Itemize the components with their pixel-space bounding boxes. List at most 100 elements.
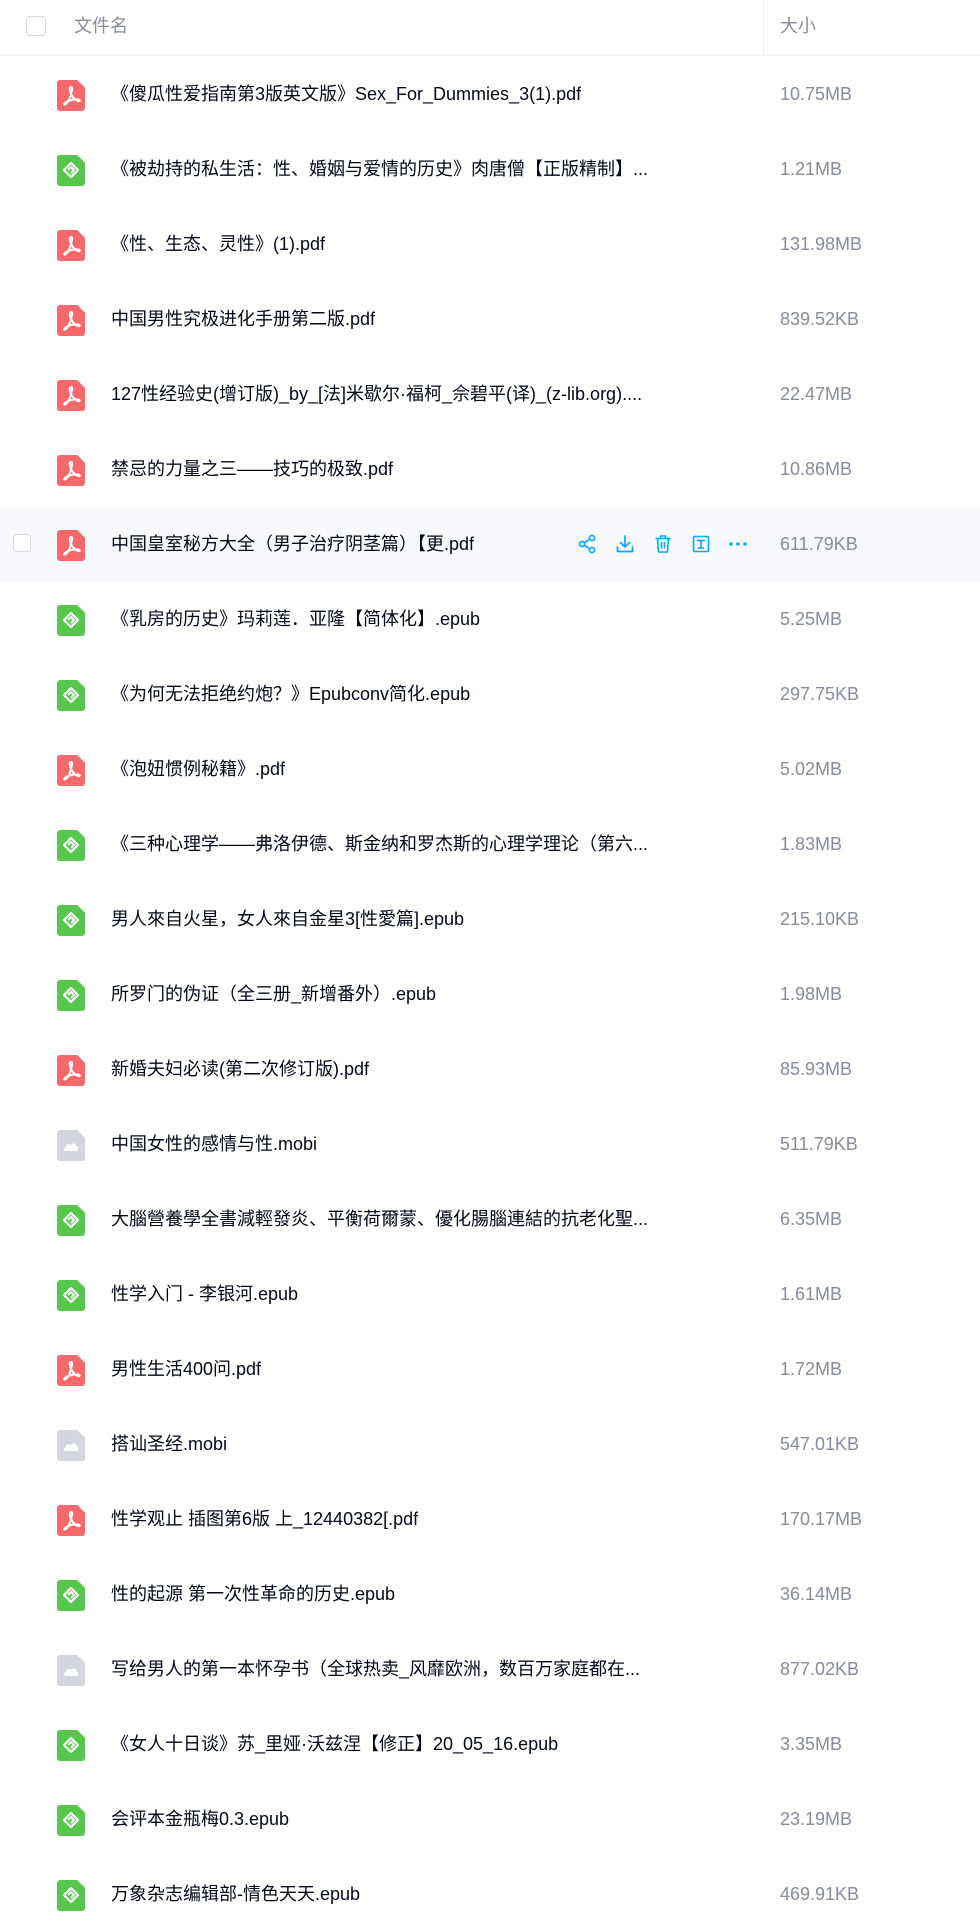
epub-file-icon <box>57 1730 85 1761</box>
file-size: 3.35MB <box>780 1734 843 1754</box>
share-icon[interactable] <box>576 533 598 555</box>
file-row[interactable]: 写给男人的第一本怀孕书（全球热卖_风靡欧洲，数百万家庭都在... 877.02KB <box>0 1632 980 1707</box>
file-name[interactable]: 127性经验史(增订版)_by_[法]米歇尔·福柯_佘碧平(译)_(z-lib.… <box>111 383 642 405</box>
download-icon[interactable] <box>614 533 636 555</box>
pdf-file-icon <box>57 1355 85 1386</box>
file-name[interactable]: 《被劫持的私生活：性、婚姻与爱情的历史》肉唐僧【正版精制】... <box>111 158 648 180</box>
pdf-file-icon <box>57 230 85 261</box>
file-name[interactable]: 《泡妞惯例秘籍》.pdf <box>111 758 285 780</box>
file-name[interactable]: 会评本金瓶梅0.3.epub <box>111 1808 289 1830</box>
more-icon[interactable] <box>727 533 749 555</box>
select-all-checkbox[interactable] <box>26 16 46 36</box>
epub-file-icon <box>57 830 85 861</box>
mobi-file-icon <box>57 1655 85 1686</box>
file-name[interactable]: 性的起源 第一次性革命的历史.epub <box>111 1583 395 1605</box>
file-row[interactable]: 性学入门 - 李银河.epub 1.61MB <box>0 1257 980 1332</box>
file-row[interactable]: 搭讪圣经.mobi 547.01KB <box>0 1407 980 1482</box>
file-row[interactable]: 中国女性的感情与性.mobi 511.79KB <box>0 1107 980 1182</box>
file-row[interactable]: 大腦營養學全書減輕發炎、平衡荷爾蒙、優化腸腦連結的抗老化聖... 6.35MB <box>0 1182 980 1257</box>
file-size: 1.61MB <box>780 1284 843 1304</box>
row-checkbox[interactable] <box>13 534 31 552</box>
file-row[interactable]: 中国男性究极进化手册第二版.pdf 839.52KB <box>0 282 980 357</box>
file-row[interactable]: 所罗门的伪证（全三册_新增番外）.epub 1.98MB <box>0 957 980 1032</box>
file-list-header: 文件名 大小 <box>0 0 980 56</box>
file-row[interactable]: 《泡妞惯例秘籍》.pdf 5.02MB <box>0 732 980 807</box>
column-header-name[interactable]: 文件名 <box>74 16 128 36</box>
file-size: 10.75MB <box>780 84 853 104</box>
pdf-file-icon <box>57 1055 85 1086</box>
file-size: 877.02KB <box>780 1659 860 1679</box>
file-size: 1.98MB <box>780 984 843 1004</box>
file-row[interactable]: 新婚夫妇必读(第二次修订版).pdf 85.93MB <box>0 1032 980 1107</box>
file-name[interactable]: 写给男人的第一本怀孕书（全球热卖_风靡欧洲，数百万家庭都在... <box>111 1658 640 1680</box>
mobi-file-icon <box>57 1430 85 1461</box>
file-size: 297.75KB <box>780 684 860 704</box>
file-size: 22.47MB <box>780 384 853 404</box>
file-row[interactable]: 《被劫持的私生活：性、婚姻与爱情的历史》肉唐僧【正版精制】... 1.21MB <box>0 132 980 207</box>
file-size: 23.19MB <box>780 1809 853 1829</box>
pdf-file-icon <box>57 530 85 561</box>
file-name[interactable]: 搭讪圣经.mobi <box>111 1433 227 1455</box>
file-row[interactable]: 《女人十日谈》苏_里娅·沃兹涅【修正】20_05_16.epub 3.35MB <box>0 1707 980 1782</box>
file-name[interactable]: 《乳房的历史》玛莉莲．亚隆【简体化】.epub <box>111 608 480 630</box>
pdf-file-icon <box>57 80 85 111</box>
file-row[interactable]: 《为何无法拒绝约炮？》Epubconv简化.epub 297.75KB <box>0 657 980 732</box>
file-size: 170.17MB <box>780 1509 863 1529</box>
epub-file-icon <box>57 605 85 636</box>
file-name[interactable]: 新婚夫妇必读(第二次修订版).pdf <box>111 1058 369 1080</box>
epub-file-icon <box>57 1580 85 1611</box>
file-size: 5.25MB <box>780 609 843 629</box>
file-size: 1.83MB <box>780 834 843 854</box>
file-row[interactable]: 《傻瓜性爱指南第3版英文版》Sex_For_Dummies_3(1).pdf 10… <box>0 57 980 132</box>
pdf-file-icon <box>57 455 85 486</box>
file-row[interactable]: 性学观止 插图第6版 上_12440382[.pdf 170.17MB <box>0 1482 980 1557</box>
file-name[interactable]: 《三种心理学——弗洛伊德、斯金纳和罗杰斯的心理学理论（第六... <box>111 833 648 855</box>
column-divider[interactable] <box>763 0 764 56</box>
file-name[interactable]: 大腦營養學全書減輕發炎、平衡荷爾蒙、優化腸腦連結的抗老化聖... <box>111 1208 648 1230</box>
epub-file-icon <box>57 905 85 936</box>
file-row[interactable]: 万象杂志编辑部-情色天天.epub 469.91KB <box>0 1857 980 1932</box>
epub-file-icon <box>57 1205 85 1236</box>
file-row[interactable]: 男性生活400问.pdf 1.72MB <box>0 1332 980 1407</box>
file-size: 215.10KB <box>780 909 860 929</box>
epub-file-icon <box>57 1805 85 1836</box>
file-row[interactable]: 性的起源 第一次性革命的历史.epub 36.14MB <box>0 1557 980 1632</box>
file-name[interactable]: 男人來自火星，女人來自金星3[性愛篇].epub <box>111 908 464 930</box>
file-row[interactable]: 中国皇室秘方大全（男子治疗阴茎篇）【更.pdf 611.79KB <box>0 507 980 582</box>
file-name[interactable]: 《女人十日谈》苏_里娅·沃兹涅【修正】20_05_16.epub <box>111 1733 558 1755</box>
file-name[interactable]: 中国皇室秘方大全（男子治疗阴茎篇）【更.pdf <box>111 533 474 555</box>
file-size: 839.52KB <box>780 309 860 329</box>
file-size: 131.98MB <box>780 234 863 254</box>
file-list: 《傻瓜性爱指南第3版英文版》Sex_For_Dummies_3(1).pdf 10… <box>0 57 980 1932</box>
file-name[interactable]: 中国男性究极进化手册第二版.pdf <box>111 308 375 330</box>
epub-file-icon <box>57 1880 85 1911</box>
file-size: 6.35MB <box>780 1209 843 1229</box>
delete-icon[interactable] <box>652 533 674 555</box>
file-row[interactable]: 禁忌的力量之三——技巧的极致.pdf 10.86MB <box>0 432 980 507</box>
file-row[interactable]: 《三种心理学——弗洛伊德、斯金纳和罗杰斯的心理学理论（第六... 1.83MB <box>0 807 980 882</box>
file-name[interactable]: 《为何无法拒绝约炮？》Epubconv简化.epub <box>111 683 470 705</box>
file-row[interactable]: 《性、生态、灵性》(1).pdf 131.98MB <box>0 207 980 282</box>
file-row[interactable]: 127性经验史(增订版)_by_[法]米歇尔·福柯_佘碧平(译)_(z-lib.… <box>0 357 980 432</box>
pdf-file-icon <box>57 380 85 411</box>
file-row[interactable]: 男人來自火星，女人來自金星3[性愛篇].epub 215.10KB <box>0 882 980 957</box>
file-size: 547.01KB <box>780 1434 860 1454</box>
file-name[interactable]: 性学入门 - 李银河.epub <box>111 1283 298 1305</box>
file-name[interactable]: 《傻瓜性爱指南第3版英文版》Sex_For_Dummies_3(1).pdf <box>111 83 581 105</box>
pdf-file-icon <box>57 305 85 336</box>
file-size: 511.79KB <box>780 1134 858 1154</box>
file-name[interactable]: 性学观止 插图第6版 上_12440382[.pdf <box>111 1508 418 1530</box>
file-name[interactable]: 所罗门的伪证（全三册_新增番外）.epub <box>111 983 436 1005</box>
file-row[interactable]: 《乳房的历史》玛莉莲．亚隆【简体化】.epub 5.25MB <box>0 582 980 657</box>
file-size: 1.21MB <box>780 159 843 179</box>
file-size: 5.02MB <box>780 759 843 779</box>
rename-icon[interactable] <box>690 533 712 555</box>
file-name[interactable]: 男性生活400问.pdf <box>111 1358 261 1380</box>
column-header-size[interactable]: 大小 <box>780 16 816 36</box>
file-name[interactable]: 《性、生态、灵性》(1).pdf <box>111 233 325 255</box>
file-size: 85.93MB <box>780 1059 853 1079</box>
file-name[interactable]: 中国女性的感情与性.mobi <box>111 1133 317 1155</box>
file-name[interactable]: 万象杂志编辑部-情色天天.epub <box>111 1883 360 1905</box>
file-name[interactable]: 禁忌的力量之三——技巧的极致.pdf <box>111 458 393 480</box>
file-row[interactable]: 会评本金瓶梅0.3.epub 23.19MB <box>0 1782 980 1857</box>
